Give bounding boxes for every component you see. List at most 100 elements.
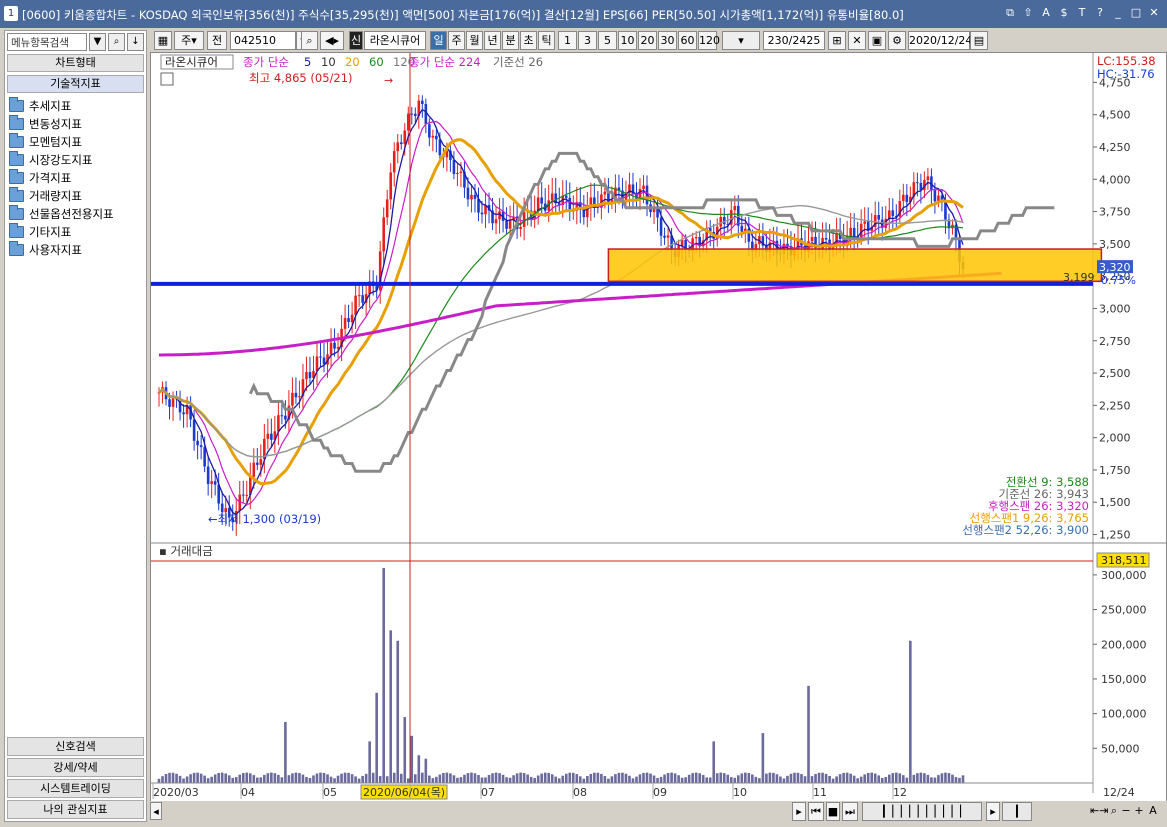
- chart-area[interactable]: 4,750 4,500 4,250 4,000 3,750 3,500 3,250 3,000…: [150, 52, 1167, 822]
- menu-search-input[interactable]: 메뉴항목검색: [7, 33, 87, 51]
- price-volume-chart[interactable]: 4,7504,5004,2504,0003,7503,5003,2503,000…: [151, 53, 1166, 821]
- range-button[interactable]: 20: [638, 31, 657, 50]
- search-zoom-icon[interactable]: ⌕: [1108, 802, 1120, 821]
- search-dropdown-icon[interactable]: ▼: [89, 33, 106, 51]
- search-icon[interactable]: ⌕: [108, 33, 125, 51]
- candle-body: [877, 215, 881, 220]
- volume-bar: [754, 776, 758, 783]
- period-tab[interactable]: 주: [448, 31, 465, 50]
- chart-type-icon[interactable]: ▦: [154, 31, 172, 50]
- tab-strength[interactable]: 강세/약세: [7, 758, 144, 777]
- tree-item[interactable]: 모멘텀지표: [9, 132, 82, 150]
- range-button[interactable]: 10: [618, 31, 637, 50]
- period-tab[interactable]: 분: [502, 31, 519, 50]
- range-button[interactable]: 120: [698, 31, 720, 50]
- window-maximize-icon[interactable]: □: [1129, 6, 1143, 20]
- candle-body: [203, 447, 206, 467]
- save-icon[interactable]: ▣: [868, 31, 886, 50]
- window-up-icon[interactable]: ⇧: [1021, 6, 1035, 20]
- range-button[interactable]: 3: [578, 31, 597, 50]
- scroll-thumb[interactable]: ▕▏▏▏▏▏▏▏▏▏▏: [862, 802, 982, 821]
- range-button[interactable]: 30: [658, 31, 677, 50]
- zoom-out-range-icon[interactable]: ⇤⇥: [1090, 802, 1108, 821]
- tab-chart-type[interactable]: 차트형태: [7, 54, 144, 72]
- window-text-icon[interactable]: T: [1075, 6, 1089, 20]
- window-font-icon[interactable]: A: [1039, 6, 1053, 20]
- candle-body: [810, 236, 814, 242]
- period-tab[interactable]: 틱: [538, 31, 555, 50]
- forward-icon[interactable]: ⏭: [842, 802, 858, 821]
- y-tick-label: 4,250: [1099, 141, 1131, 154]
- candle-body: [385, 199, 389, 218]
- stock-name-field[interactable]: 라온시큐어: [364, 31, 426, 50]
- download-icon[interactable]: ↓: [127, 33, 144, 51]
- window-minimize-icon[interactable]: _: [1111, 6, 1125, 20]
- window-help-icon[interactable]: ?: [1093, 6, 1107, 20]
- scroll-right-icon[interactable]: ▸: [986, 802, 1000, 821]
- volume-bar: [371, 772, 375, 783]
- range-button[interactable]: 60: [678, 31, 697, 50]
- volume-bar: [456, 777, 459, 783]
- stop-icon[interactable]: ■: [826, 802, 840, 821]
- tab-tech-indicator[interactable]: 기술적지표: [7, 75, 144, 93]
- play-icon[interactable]: ▸: [792, 802, 806, 821]
- period-select[interactable]: 주▾: [174, 31, 204, 50]
- scroll-end[interactable]: ▕▏: [1002, 802, 1032, 821]
- period-tab[interactable]: 월: [466, 31, 483, 50]
- stock-code-input[interactable]: 042510: [230, 31, 296, 50]
- tree-item-label: 선물옵션전용지표: [29, 206, 114, 221]
- volume-bar: [628, 775, 631, 783]
- volume-bar: [305, 776, 308, 783]
- gear-icon[interactable]: ⚙: [888, 31, 906, 50]
- range-button[interactable]: 1: [558, 31, 577, 50]
- volume-bar: [722, 773, 726, 783]
- stock-search-icon[interactable]: ⌕: [301, 31, 318, 50]
- period-tab[interactable]: 년: [484, 31, 501, 50]
- minus-icon[interactable]: −: [1120, 802, 1132, 821]
- window-close-icon[interactable]: ✕: [1147, 6, 1161, 20]
- volume-bar: [961, 775, 965, 783]
- calendar-icon[interactable]: ▤: [970, 31, 988, 50]
- tab-my-indicators[interactable]: 나의 관심지표: [7, 800, 144, 819]
- tree-item[interactable]: 사용자지표: [9, 240, 82, 258]
- candle-body: [663, 235, 666, 238]
- rewind-icon[interactable]: ⏮: [808, 802, 824, 821]
- zoom-in-icon[interactable]: ⊞: [828, 31, 846, 50]
- range-button[interactable]: 5: [598, 31, 617, 50]
- date-input[interactable]: 2020/12/24: [908, 31, 972, 50]
- volume-bar: [954, 777, 958, 783]
- scroll-left-icon[interactable]: ◂: [150, 802, 162, 820]
- tree-item[interactable]: 기타지표: [9, 222, 71, 240]
- volume-bar: [241, 773, 245, 783]
- prev-button[interactable]: 전: [207, 31, 227, 50]
- window-dollar-icon[interactable]: $: [1057, 6, 1071, 20]
- tree-item[interactable]: 시장강도지표: [9, 150, 92, 168]
- period-tab[interactable]: 일: [430, 31, 447, 50]
- candle-body: [277, 415, 280, 432]
- x-tick-label: 05: [323, 786, 337, 799]
- window-popout-icon[interactable]: ⧉: [1003, 6, 1017, 20]
- volume-bar: [765, 773, 768, 783]
- volume-bar: [375, 692, 378, 783]
- chart-scrollbar[interactable]: ◂ ▸ ⏮ ■ ⏭ ▕▏▏▏▏▏▏▏▏▏▏ ▸ ▕▏ ⇤⇥ ⌕ − + A: [150, 801, 1167, 823]
- crosshair-icon[interactable]: ✕: [848, 31, 866, 50]
- range-dropdown[interactable]: ▾: [722, 31, 760, 50]
- vol-y-tick-label: 250,000: [1101, 604, 1147, 617]
- tree-item[interactable]: 가격지표: [9, 168, 71, 186]
- volume-bar: [203, 775, 206, 783]
- font-size-icon[interactable]: A: [1146, 802, 1160, 821]
- tree-item[interactable]: 선물옵션전용지표: [9, 204, 114, 222]
- tree-item[interactable]: 거래량지표: [9, 186, 82, 204]
- y-tick-label: 1,500: [1099, 496, 1131, 509]
- plus-icon[interactable]: +: [1133, 802, 1145, 821]
- tab-signal-search[interactable]: 신호검색: [7, 737, 144, 756]
- volume-bar: [463, 774, 466, 783]
- tree-item[interactable]: 변동성지표: [9, 114, 82, 132]
- sound-icon[interactable]: ◀▸: [320, 31, 344, 50]
- tab-system-trading[interactable]: 시스템트레이딩: [7, 779, 144, 798]
- candle-body: [740, 225, 744, 232]
- volume-bar: [277, 774, 280, 783]
- period-tab[interactable]: 초: [520, 31, 537, 50]
- volume-bar: [835, 776, 838, 783]
- tree-item[interactable]: 추세지표: [9, 96, 71, 114]
